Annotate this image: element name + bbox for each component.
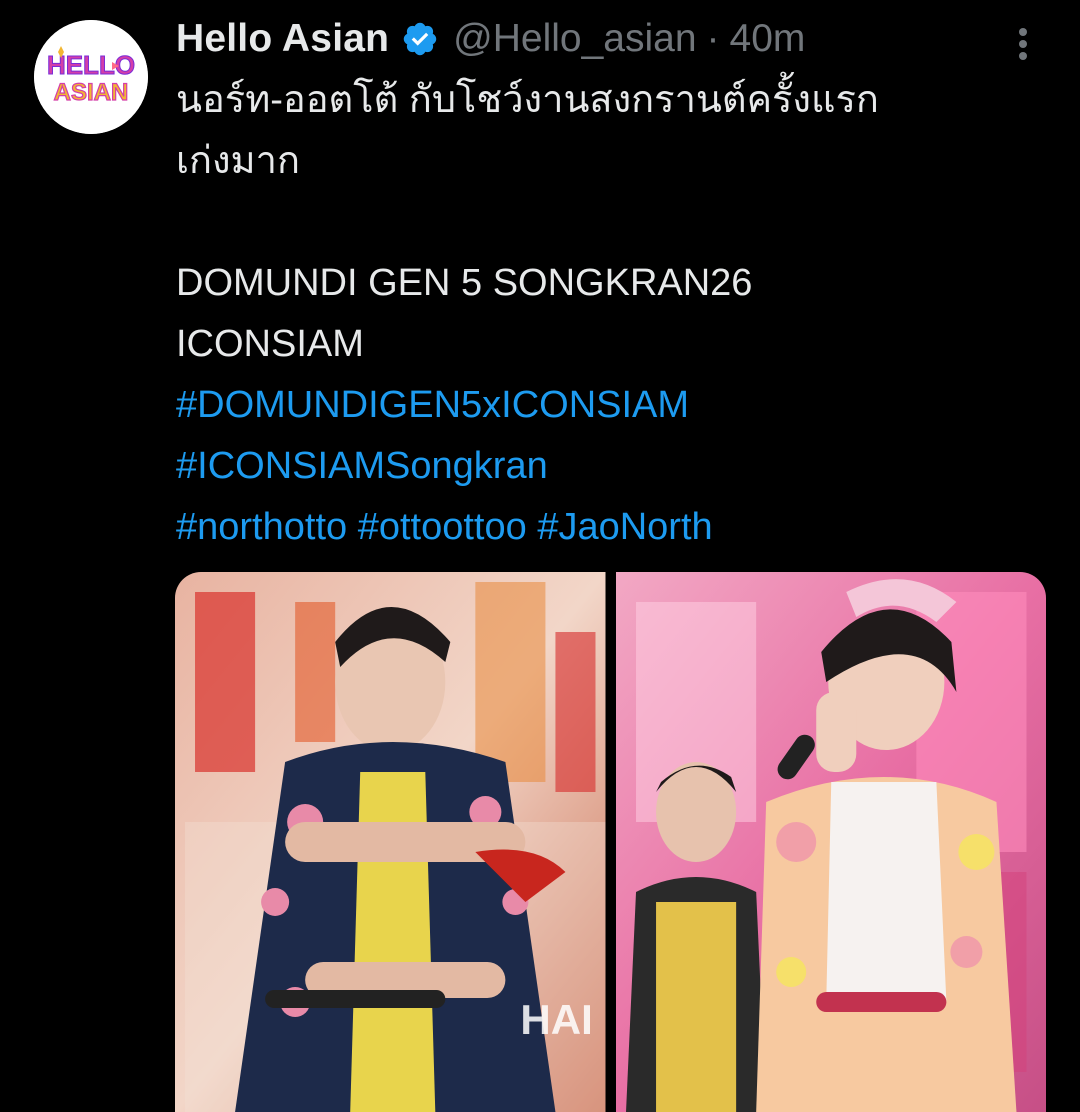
photo-right[interactable] [615,572,1046,1112]
hashtag-link[interactable]: #DOMUNDIGEN5xICONSIAM [176,384,689,426]
hashtag-line: #DOMUNDIGEN5xICONSIAM [176,375,1036,436]
photo-right-image [615,572,1046,1112]
hashtag-line: #ICONSIAMSongkran [176,436,1036,497]
hashtag-link[interactable]: #ottoottoo [358,506,527,548]
separator-dot: · [706,17,720,60]
photo-left-caption: HAI [520,996,592,1043]
photo-left[interactable]: HAI [175,572,606,1112]
tweet-text-line: DOMUNDI GEN 5 SONGKRAN26 [176,262,753,304]
display-name[interactable]: Hello Asian [176,17,389,61]
verified-badge-icon [401,20,439,58]
tweet-text-line: เก่งมาก [176,140,300,182]
tweet-header: Hello Asian @Hello_asian · 40m [176,14,805,64]
hashtag-link[interactable]: #northotto [176,506,347,548]
logo-text-bottom: ASIAN [54,79,129,106]
photo-left-image: HAI [175,572,606,1112]
avatar[interactable]: HELLO ASIAN [34,20,148,134]
tweet-text-line: นอร์ท-ออตโต้ กับโชว์งานสงกรานต์ครั้งแรก [176,79,879,121]
hashtag-separator [527,506,538,548]
media-grid: HAI [175,572,1046,1112]
tweet-text-line: ICONSIAM [176,323,364,365]
timestamp[interactable]: 40m [730,17,806,61]
hashtag-line: #northotto #ottoottoo #JaoNorth [176,497,1036,558]
hashtag-link[interactable]: #ICONSIAMSongkran [176,445,548,487]
more-vertical-icon[interactable] [1008,20,1038,68]
hashtag-separator [347,506,358,548]
user-handle[interactable]: @Hello_asian [453,17,696,61]
hello-asian-logo: HELLO ASIAN [34,20,148,134]
hashtag-link[interactable]: #JaoNorth [537,506,712,548]
tweet-text: นอร์ท-ออตโต้ กับโชว์งานสงกรานต์ครั้งแรก … [176,70,1036,558]
